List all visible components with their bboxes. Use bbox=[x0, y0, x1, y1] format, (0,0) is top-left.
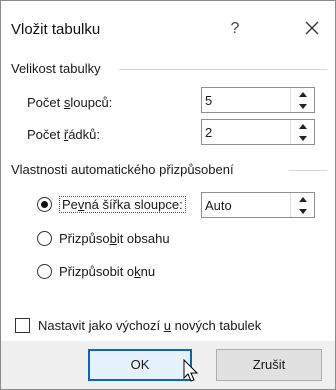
close-button[interactable] bbox=[297, 15, 327, 43]
fit-contents-radio[interactable] bbox=[37, 230, 52, 246]
rows-input[interactable] bbox=[202, 120, 290, 144]
fit-contents-label: Přizpůsobit obsahu bbox=[59, 230, 170, 246]
rows-label: Počet řádků: bbox=[27, 127, 101, 142]
arrow-up-icon bbox=[298, 91, 307, 97]
help-button[interactable]: ? bbox=[220, 15, 250, 43]
fixed-width-label: Pevná šířka sloupce: bbox=[59, 195, 186, 213]
fixed-width-input[interactable] bbox=[202, 193, 290, 217]
arrow-up-icon bbox=[298, 123, 307, 129]
fixed-width-option[interactable]: Pevná šířka sloupce: bbox=[37, 193, 186, 215]
autofit-section-label: Vlastnosti automatického přizpůsobení bbox=[11, 162, 234, 177]
section-divider bbox=[289, 170, 327, 171]
table-size-section-label: Velikost tabulky bbox=[11, 61, 101, 76]
fixed-width-decrement-button[interactable] bbox=[291, 205, 314, 217]
fixed-width-radio[interactable] bbox=[37, 196, 52, 212]
fit-window-option[interactable]: Přizpůsobit oknu bbox=[37, 260, 155, 282]
fit-window-label: Přizpůsobit oknu bbox=[59, 263, 156, 279]
dialog-title: Vložit tabulku bbox=[11, 21, 101, 38]
rows-spin-buttons bbox=[290, 120, 314, 144]
fixed-width-spin-buttons bbox=[290, 193, 314, 217]
arrow-up-icon bbox=[298, 196, 307, 202]
rows-decrement-button[interactable] bbox=[291, 132, 314, 144]
button-bar: OK Zrušit bbox=[1, 341, 335, 389]
fit-contents-option[interactable]: Přizpůsobit obsahu bbox=[37, 227, 170, 249]
fixed-width-spinner bbox=[201, 192, 315, 218]
arrow-down-icon bbox=[298, 208, 307, 214]
columns-input[interactable] bbox=[202, 88, 290, 112]
cancel-button[interactable]: Zrušit bbox=[216, 349, 322, 381]
columns-decrement-button[interactable] bbox=[291, 100, 314, 112]
columns-spinner bbox=[201, 87, 315, 113]
remember-dimensions-checkbox[interactable] bbox=[15, 317, 30, 333]
ok-button[interactable]: OK bbox=[88, 349, 192, 381]
rows-spinner bbox=[201, 119, 315, 145]
fit-window-radio[interactable] bbox=[37, 263, 52, 279]
title-bar: Vložit tabulku ? bbox=[1, 1, 335, 55]
columns-increment-button[interactable] bbox=[291, 88, 314, 100]
fixed-width-increment-button[interactable] bbox=[291, 193, 314, 205]
insert-table-dialog: Vložit tabulku ? Velikost tabulky Počet … bbox=[0, 0, 336, 390]
mouse-pointer-icon bbox=[183, 359, 199, 382]
columns-label: Počet sloupců: bbox=[27, 95, 113, 110]
remember-dimensions-label: Nastavit jako výchozí u nových tabulek bbox=[38, 317, 262, 333]
arrow-down-icon bbox=[298, 103, 307, 109]
remember-dimensions-option[interactable]: Nastavit jako výchozí u nových tabulek bbox=[15, 314, 261, 336]
columns-spin-buttons bbox=[290, 88, 314, 112]
rows-increment-button[interactable] bbox=[291, 120, 314, 132]
arrow-down-icon bbox=[298, 135, 307, 141]
close-icon bbox=[305, 21, 319, 35]
section-divider bbox=[119, 69, 327, 70]
